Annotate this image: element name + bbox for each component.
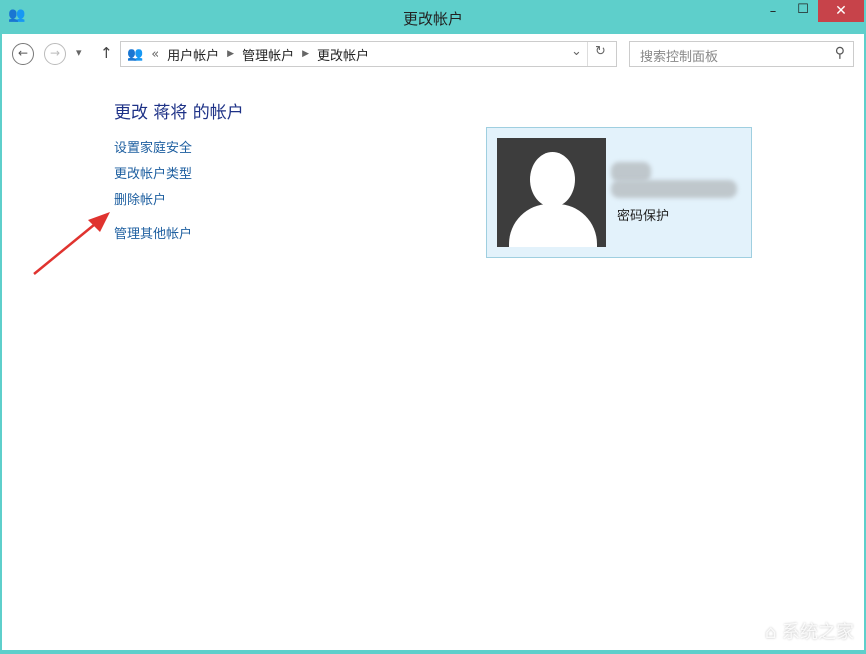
chevron-right-icon[interactable]: ▶ — [302, 49, 309, 59]
forward-button[interactable]: → — [44, 43, 66, 65]
blurred-username — [611, 162, 651, 182]
location-icon: 👥 — [127, 47, 143, 62]
close-button[interactable]: ✕ — [818, 0, 864, 22]
breadcrumb-change-account[interactable]: 更改帐户 — [317, 45, 369, 64]
search-icon[interactable]: ⚲ — [835, 45, 845, 61]
maximize-button[interactable]: ☐ — [790, 2, 816, 24]
title-bar: 👥 更改帐户 – ☐ ✕ — [0, 0, 866, 34]
change-account-type-link[interactable]: 更改帐户类型 — [114, 163, 192, 182]
user-avatar-icon — [497, 138, 606, 247]
watermark-logo: ⌂ 系统之家 — [765, 618, 854, 644]
account-card: 密码保护 — [486, 127, 752, 258]
blurred-account-type — [611, 180, 737, 198]
red-arrow-annotation — [30, 208, 115, 278]
breadcrumb-user-accounts[interactable]: 用户帐户 — [167, 45, 219, 64]
page-title: 更改 蒋将 的帐户 — [114, 98, 244, 123]
refresh-button[interactable]: ↻ — [595, 44, 606, 59]
breadcrumb-manage-accounts[interactable]: 管理帐户 — [242, 45, 294, 64]
search-input[interactable]: 搜索控制面板 ⚲ — [629, 41, 854, 67]
recent-locations-button[interactable]: ▾ — [76, 46, 82, 59]
manage-other-accounts-link[interactable]: 管理其他帐户 — [114, 223, 192, 242]
divider — [587, 42, 588, 66]
address-bar[interactable]: 👥 « 用户帐户 ▶ 管理帐户 ▶ 更改帐户 ⌄ ↻ — [120, 41, 617, 67]
address-dropdown-button[interactable]: ⌄ — [571, 44, 582, 59]
minimize-button[interactable]: – — [760, 4, 786, 26]
window-title: 更改帐户 — [0, 8, 866, 29]
chevron-right-icon[interactable]: ▶ — [227, 49, 234, 59]
breadcrumb-overflow[interactable]: « — [151, 47, 159, 62]
up-button[interactable]: ↑ — [100, 44, 113, 62]
back-button[interactable]: ← — [12, 43, 34, 65]
password-status: 密码保护 — [617, 205, 669, 224]
search-placeholder: 搜索控制面板 — [640, 50, 718, 65]
window-content: ← → ▾ ↑ 👥 « 用户帐户 ▶ 管理帐户 ▶ 更改帐户 ⌄ ↻ 搜索控制面… — [2, 34, 864, 650]
delete-account-link[interactable]: 删除帐户 — [114, 189, 166, 208]
family-safety-link[interactable]: 设置家庭安全 — [114, 137, 192, 156]
